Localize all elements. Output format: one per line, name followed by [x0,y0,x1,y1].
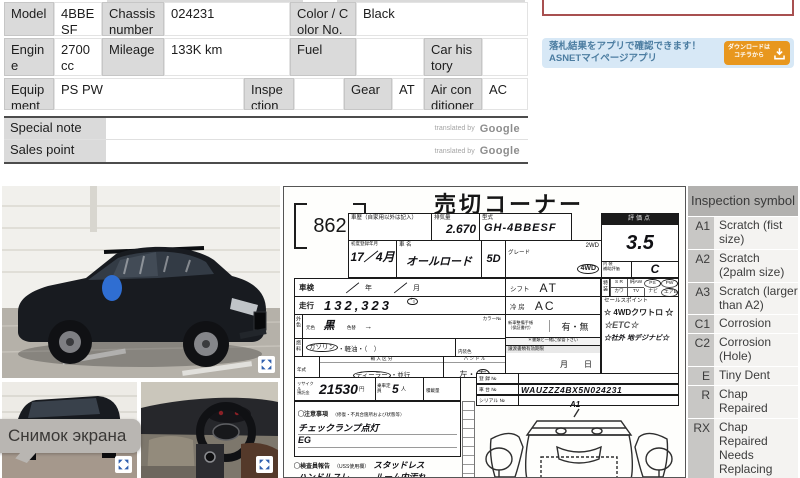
inspection-label: Inspection [244,78,294,110]
auction-sheet: 売切コーナー 862 車歴（自家用以外は記入） 排気量 2.670 型式 GH-… [283,186,686,478]
auction-listing-page: Model 4BBESF Chassis number 024231 Color… [0,0,800,478]
vehicle-photo-main[interactable] [2,186,280,378]
first-registration-box: 初度登録年月 17／4月 [348,240,397,278]
spec-row-1: Model 4BBESF Chassis number 024231 Color… [4,2,528,36]
notes-table: Special note translated by Google Sales … [4,116,528,164]
screenshot-tooltip: Снимок экрана [0,419,141,453]
interior-grade: C [632,262,678,277]
translated-by-text: translated by [435,148,475,155]
banner-text: 落札結果をアプリで確認できます！ ASNETマイページアプリ [549,41,719,65]
download-button-label: ダウンロードは コチラから [728,45,770,61]
model-label: Model [4,2,54,36]
engine-value: 2700cc [54,38,102,76]
banner-line-1: 落札結果をアプリで確認できます！ [549,41,719,53]
legend-row: C2 Corrosion (Hole) [688,334,798,366]
mileage-box: 走行 132,323 ㌔ マイル [294,296,506,315]
spec-row-3: Equipment PS PW Inspection Gear AT Air c… [4,78,528,110]
special-note-value: translated by Google [106,118,528,139]
special-note-row: Special note translated by Google [4,118,528,140]
expand-icon [258,458,271,471]
year-type-box: 年式 [294,356,320,378]
gear-label: Gear [344,78,392,110]
score-box: 評価点 3.5 内 装 補助評価 C [601,213,679,278]
vehicle-photo-front-quarter [2,186,280,378]
fuel-box: 燃料 ガソリン ・軽油・（ ） 内装色 [294,338,506,357]
mileage-label: Mileage [102,38,164,76]
type-code-box: 型式 GH-4BBESF [479,213,572,241]
fuel-value [356,38,424,76]
download-icon [773,47,786,60]
color-value: Black [356,2,528,36]
equipment-value: PS PW [54,78,244,110]
download-button[interactable]: ダウンロードは コチラから [724,41,790,65]
expand-button[interactable] [256,456,273,473]
banner-line-2: ASNETマイページアプリ [549,53,719,65]
sales-point-label: Sales point [4,140,106,162]
doors-box: 5D [481,240,506,278]
inspector-report: ◯検査員報告 （USS使用欄） スタッドレス [294,459,484,471]
legend-title: Inspection symbol [688,186,798,216]
service-book-box: 新車整備手帳 （保証書付） 有・無 [505,314,601,338]
damage-diagram-front [479,407,679,478]
shaken-box: 車検 ／ 年 ／ 月 [294,278,506,297]
chassis-no-row: 車 台 № WAUZZZ4BX5N024231 [476,384,679,395]
history-box: 車歴（自家用以外は記入） [348,213,432,241]
legend-row: A1 Scratch (fist size) [688,217,798,249]
options-box: 特装 S R 純AW PS PW カワ TV ナビ エアB [601,278,679,297]
caution-box: ◯注意事項 （修復・不具合箇所および状態等） チェックランプ点灯 EG [294,401,461,457]
legend-row: C1 Corrosion [688,315,798,333]
aircon-label: Air conditioner [424,78,482,110]
model-value: 4BBESF [54,2,102,36]
legend-row: R Chap Repaired [688,386,798,418]
car-history-label: Car history [424,38,482,76]
asnet-app-banner[interactable]: 落札結果をアプリで確認できます！ ASNETマイページアプリ ダウンロードは コ… [542,38,794,68]
legend-row: A3 Scratch (larger than A2) [688,283,798,315]
chassis-no-value: WAUZZZ4BX5N024231 [519,385,678,394]
aircon-value: AC [482,78,528,110]
vehicle-photo-interior[interactable] [141,382,278,478]
fuel-label: Fuel [290,38,356,76]
sales-point-value: translated by Google [106,140,528,162]
score-header: 評価点 [602,214,678,225]
chassis-value: 024231 [164,2,290,36]
sales-point-row: Sales point translated by Google [4,140,528,162]
mileage-value: 133K km [164,38,290,76]
expand-icon [117,458,130,471]
red-outline-box [542,0,794,16]
car-name-box: 車 名 オールロード [396,240,482,278]
inspection-value [294,78,344,110]
expand-icon [260,358,273,371]
legend-row: E Tiny Dent [688,367,798,385]
chassis-label: Chassis number [102,2,164,36]
gear-value: AT [392,78,424,110]
spec-row-2: Engine 2700cc Mileage 133K km Fuel Car h… [4,38,528,76]
legend-row: RX Chap Repaired Needs Replacing [688,419,798,478]
exterior-color-box: 外色 元色 黒 色替 → カラー№ [294,314,506,339]
color-label: Color / Color No. [290,2,356,36]
cooling-box: 冷 房 AC [505,296,601,315]
expand-button[interactable] [115,456,132,473]
recycle-deposit-box: リサイクル 預託金 21530 円 [294,377,376,401]
import-class-box: 輸 入 区 分 ディーラー・並行 [319,356,444,378]
equipment-label: Equipment [4,78,54,110]
registration-no-row: 登 録 № [476,373,679,384]
legend-row: A2 Scratch (2palm size) [688,250,798,282]
special-note-label: Special note [4,118,106,139]
google-logo-text: Google [480,123,520,135]
inspection-legend: Inspection symbol A1 Scratch (fist size)… [688,186,798,478]
shift-box: シフト AT [505,278,601,297]
grade-box: グレード 2WD 4WD [505,240,602,278]
expand-button[interactable] [258,356,275,373]
capacity-box: 乗車定員 5 人 [375,377,424,401]
engine-label: Engine [4,38,54,76]
google-logo-text: Google [480,145,520,157]
car-history-value [482,38,528,76]
translated-by-text: translated by [435,125,475,132]
score-value: 3.5 [602,225,678,261]
displacement-box: 排気量 2.670 [431,213,480,241]
load-box: 積載量 [423,377,461,401]
